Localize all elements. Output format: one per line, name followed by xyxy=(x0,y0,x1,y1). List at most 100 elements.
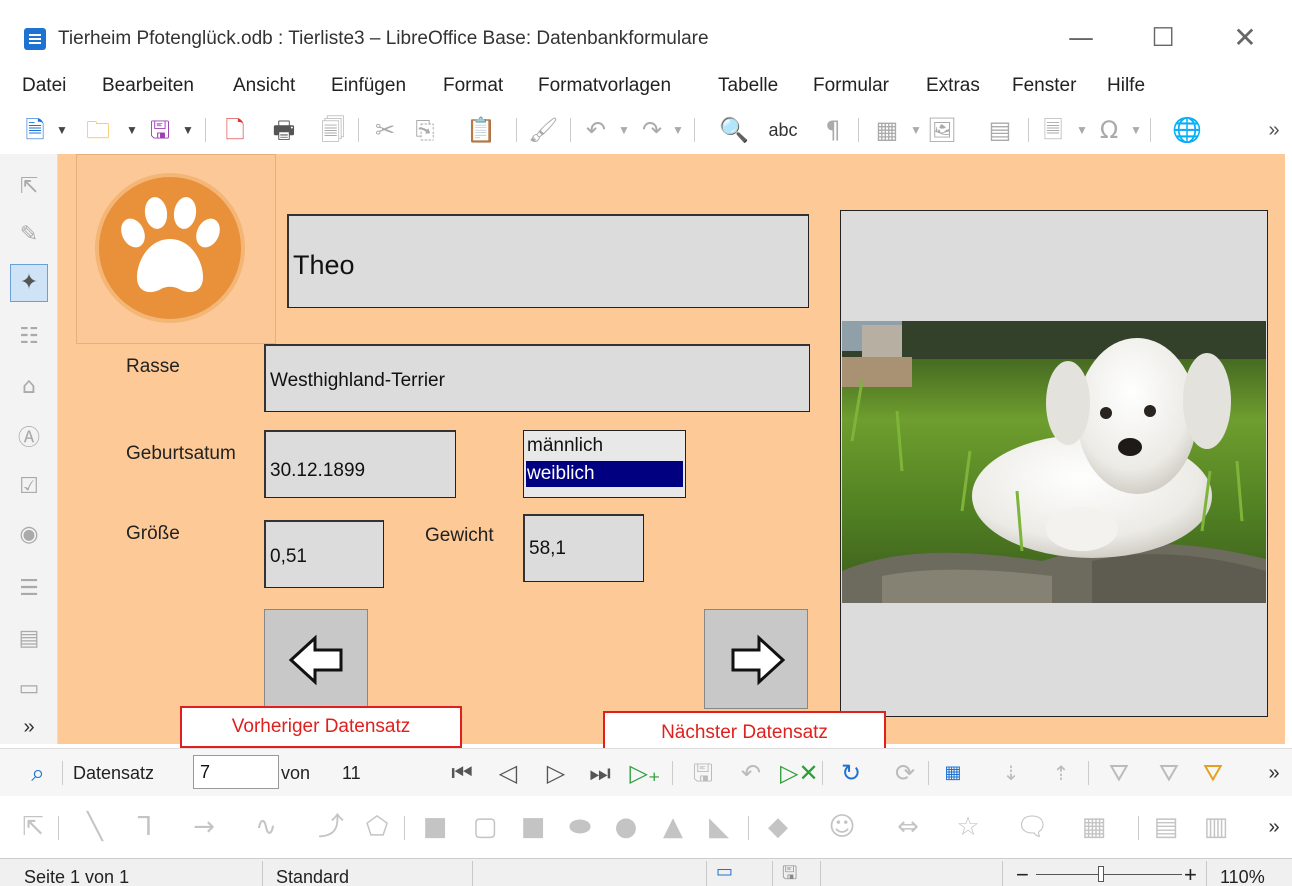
image-control[interactable] xyxy=(840,210,1268,717)
sort-ascending-icon[interactable]: ⇣ xyxy=(996,757,1026,789)
refresh-icon[interactable]: ↻ xyxy=(836,757,866,789)
form-based-filter-icon[interactable]: ⛛ xyxy=(1198,757,1228,789)
previous-record-icon[interactable]: ◁ xyxy=(494,757,522,789)
paste-icon[interactable]: 📋 xyxy=(466,114,496,146)
undo-icon[interactable]: ↶ xyxy=(580,114,612,146)
line-arrow-icon[interactable]: → xyxy=(184,810,224,844)
autofilter-icon[interactable]: ⛛ xyxy=(1104,757,1134,789)
menu-format[interactable]: Format xyxy=(443,75,503,97)
callouts-icon[interactable]: 🗨 xyxy=(1016,810,1049,844)
zoom-slider-track[interactable] xyxy=(1036,874,1182,875)
new-record-icon[interactable]: ▷₊ xyxy=(628,757,662,789)
redo-dropdown-arrow[interactable]: ▼ xyxy=(672,114,684,146)
menu-extras[interactable]: Extras xyxy=(926,75,980,97)
minimize-button[interactable]: — xyxy=(1058,18,1104,58)
apply-filter-icon[interactable]: ⛛ xyxy=(1154,757,1184,789)
navbar-overflow-icon[interactable]: » xyxy=(1262,757,1286,789)
triangle-icon[interactable]: ▲ xyxy=(656,810,690,844)
new-dropdown-arrow[interactable]: ▼ xyxy=(56,114,68,146)
connector-icon[interactable]: ⅂ xyxy=(130,810,160,844)
first-record-icon[interactable]: ⏮ xyxy=(448,757,476,789)
combo-box-icon[interactable]: ▤ xyxy=(14,624,44,654)
menu-formatvorlagen[interactable]: Formatvorlagen xyxy=(538,75,671,97)
design-mode-icon[interactable]: ✎ xyxy=(14,220,44,250)
rectangle-icon[interactable]: ■ xyxy=(420,810,450,844)
ellipse-icon[interactable]: ⬬ xyxy=(564,810,596,844)
right-triangle-icon[interactable]: ◣ xyxy=(702,810,736,844)
block-arrows-icon[interactable]: ⇔ xyxy=(890,810,926,844)
menu-formular[interactable]: Formular xyxy=(813,75,889,97)
print-preview-icon[interactable]: 🗐 xyxy=(318,114,348,146)
size-field[interactable]: 0,51 xyxy=(264,520,384,588)
draw-select-icon[interactable]: ⇱ xyxy=(18,810,48,844)
special-char-dropdown-arrow[interactable]: ▼ xyxy=(1130,114,1142,146)
last-record-icon[interactable]: ⏭ xyxy=(586,757,614,789)
fontwork-icon[interactable]: ▥ xyxy=(1200,810,1232,844)
wizards-wand-icon[interactable]: ✦ xyxy=(10,264,48,302)
maximize-button[interactable]: ☐ xyxy=(1140,18,1186,58)
menu-hilfe[interactable]: Hilfe xyxy=(1107,75,1145,97)
insert-image-icon[interactable]: 🖼 xyxy=(926,114,958,146)
text-box-icon[interactable]: Ⓐ xyxy=(14,424,44,454)
flowchart-icon[interactable]: ▦ xyxy=(1078,810,1110,844)
next-record-icon[interactable]: ▷ xyxy=(542,757,570,789)
menu-tabelle[interactable]: Tabelle xyxy=(718,75,778,97)
save-dropdown-arrow[interactable]: ▼ xyxy=(182,114,194,146)
square-icon[interactable]: ■ xyxy=(516,810,550,844)
symbol-shapes-icon[interactable]: ☺ xyxy=(826,810,858,844)
zoom-in-button[interactable]: + xyxy=(1184,862,1197,886)
sort-icon[interactable]: ▦ xyxy=(938,757,968,789)
push-button-icon[interactable]: ▭ xyxy=(14,674,44,704)
weight-field[interactable]: 58,1 xyxy=(523,514,644,582)
menu-ansicht[interactable]: Ansicht xyxy=(233,75,295,97)
menu-bearbeiten[interactable]: Bearbeiten xyxy=(102,75,194,97)
menu-einfuegen[interactable]: Einfügen xyxy=(331,75,406,97)
find-record-icon[interactable]: ⌕ xyxy=(22,757,54,789)
special-character-icon[interactable]: Ω xyxy=(1094,114,1124,146)
selection-mode-icon[interactable]: ▭ xyxy=(716,861,733,882)
name-field[interactable]: Theo xyxy=(287,214,809,308)
form-design-icon[interactable]: ☷ xyxy=(14,322,44,352)
save-record-icon[interactable]: 🖫 xyxy=(688,757,718,789)
text-align-icon[interactable]: ▤ xyxy=(1150,810,1182,844)
zoom-out-button[interactable]: − xyxy=(1016,862,1029,886)
label-tag-icon[interactable]: ⌂ xyxy=(14,372,44,402)
sex-option-maennlich[interactable]: männlich xyxy=(526,433,683,459)
open-dropdown-arrow[interactable]: ▼ xyxy=(126,114,138,146)
basic-shapes-icon[interactable]: ◆ xyxy=(762,810,794,844)
table-dropdown-arrow[interactable]: ▼ xyxy=(910,114,922,146)
print-icon[interactable]: 🖶 xyxy=(268,114,300,146)
line-icon[interactable]: ╲ xyxy=(78,810,112,844)
page-style[interactable]: Standard xyxy=(276,867,349,886)
birthdate-field[interactable]: 30.12.1899 xyxy=(264,430,456,498)
curve-icon[interactable]: ∿ xyxy=(250,810,282,844)
new-document-icon[interactable]: 🗎 xyxy=(20,114,50,146)
find-replace-icon[interactable]: 🔍 xyxy=(718,114,750,146)
export-pdf-icon[interactable]: 🗋 xyxy=(220,114,250,146)
left-toolbar-overflow-icon[interactable]: » xyxy=(14,712,44,742)
undo-dropdown-arrow[interactable]: ▼ xyxy=(618,114,630,146)
next-record-button[interactable] xyxy=(704,609,808,709)
sort-descending-icon[interactable]: ⇡ xyxy=(1046,757,1076,789)
select-pointer-icon[interactable]: ⇱ xyxy=(14,172,44,202)
field-dropdown-arrow[interactable]: ▼ xyxy=(1076,114,1088,146)
delete-record-icon[interactable]: ▷✕ xyxy=(780,757,819,789)
save-icon[interactable]: 🖫 xyxy=(144,114,176,146)
zoom-slider-handle[interactable] xyxy=(1098,866,1104,882)
drawbar-overflow-icon[interactable]: » xyxy=(1262,810,1286,844)
redo-icon[interactable]: ↷ xyxy=(636,114,668,146)
insert-field-icon[interactable]: 🗏 xyxy=(1038,114,1068,146)
insert-table-icon[interactable]: ▦ xyxy=(872,114,902,146)
list-box-icon[interactable]: ☰ xyxy=(14,574,44,604)
hyperlink-globe-icon[interactable]: 🌐 xyxy=(1172,114,1202,146)
zoom-level[interactable]: 110% xyxy=(1220,867,1265,886)
sex-option-weiblich[interactable]: weiblich xyxy=(526,461,683,487)
menu-fenster[interactable]: Fenster xyxy=(1012,75,1076,97)
stars-icon[interactable]: ☆ xyxy=(952,810,984,844)
rounded-rectangle-icon[interactable]: ▢ xyxy=(470,810,500,844)
check-box-icon[interactable]: ☑ xyxy=(14,472,44,502)
record-number-input[interactable] xyxy=(193,755,279,789)
formatting-marks-icon[interactable]: ¶ xyxy=(818,114,848,146)
clone-formatting-icon[interactable]: 🖌 xyxy=(528,114,558,146)
polygon-icon[interactable]: ⬠ xyxy=(362,810,392,844)
